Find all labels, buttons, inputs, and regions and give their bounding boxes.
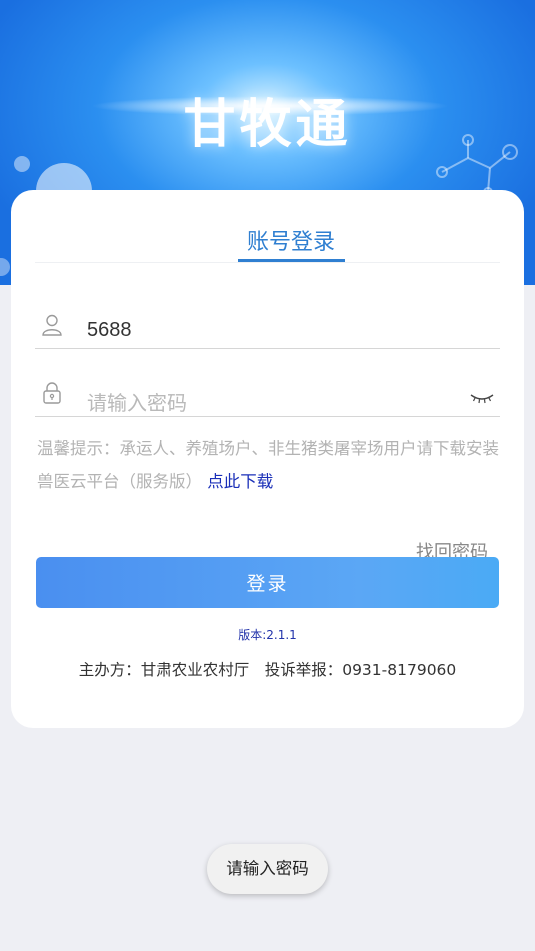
tab-active-indicator — [238, 259, 345, 262]
user-icon — [42, 314, 62, 336]
username-input[interactable]: 5688 — [87, 319, 447, 342]
download-link[interactable]: 点此下载 — [207, 472, 273, 491]
eye-closed-icon[interactable] — [470, 393, 494, 405]
password-field[interactable]: 请输入密码 — [35, 360, 500, 417]
download-tip: 温馨提示：承运人、养殖场户、非生猪类屠宰场用户请下载安装兽医云平台（服务版） 点… — [37, 432, 499, 498]
version-text: 版本:2.1.1 — [238, 628, 297, 642]
footer-info: 主办方：甘肃农业农村厅 投诉举报：0931-8179060 — [78, 661, 457, 679]
login-button[interactable]: 登录 — [36, 557, 499, 608]
toast-message: 请输入密码 — [207, 844, 328, 894]
username-field[interactable]: 5688 — [35, 292, 500, 349]
app-title: 甘牧通 — [183, 95, 352, 155]
decorative-bubble — [14, 156, 30, 172]
tab-account-login[interactable]: 账号登录 — [238, 224, 344, 256]
login-tabs: 账号登录 — [35, 190, 500, 263]
decorative-bubble — [0, 258, 10, 276]
password-input[interactable]: 请输入密码 — [87, 387, 447, 416]
lock-icon — [43, 382, 61, 404]
login-card: 账号登录 5688 请输入密码 温馨提示：承运人、养殖场户、非生猪类屠宰场用户请… — [11, 190, 524, 728]
